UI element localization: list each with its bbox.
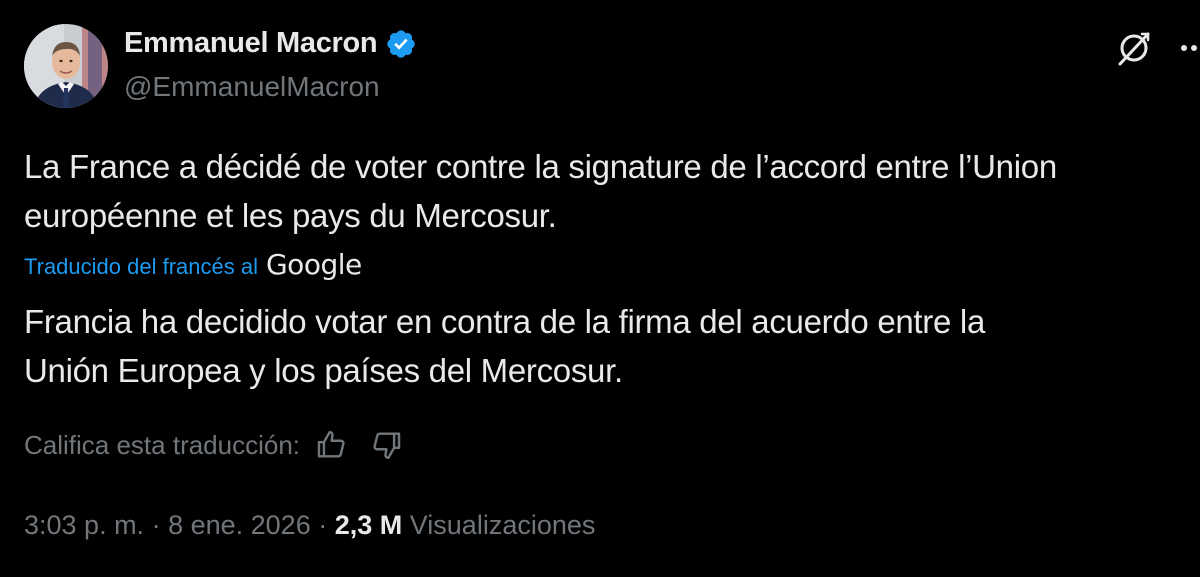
thumbs-down-icon[interactable] [370, 428, 404, 462]
translated-from-link[interactable]: Traducido del francés al [24, 254, 258, 280]
views-label: Visualizaciones [402, 510, 596, 541]
grok-icon[interactable] [1112, 26, 1156, 70]
translation-rating: Califica esta traducción: [24, 428, 404, 462]
author-handle[interactable]: @EmmanuelMacron [124, 71, 380, 103]
views-count: 2,3 M [334, 510, 403, 540]
meta-separator: · [310, 510, 335, 540]
tweet-card: Emmanuel Macron @EmmanuelMacron La Franc… [0, 0, 1200, 577]
translation-attribution: Traducido del francés al Google [24, 248, 362, 281]
more-options-icon[interactable] [1174, 30, 1200, 66]
thumbs-up-icon[interactable] [314, 428, 348, 462]
avatar[interactable] [24, 24, 108, 108]
author-display-name[interactable]: Emmanuel Macron [124, 27, 378, 60]
google-logo: Google [265, 248, 362, 281]
tweet-translated-text: Francia ha decidido votar en contra de l… [24, 303, 985, 389]
verified-badge-icon [385, 28, 417, 60]
tweet-date[interactable]: 8 ene. 2026 [168, 510, 311, 541]
views-label-text: Visualizaciones [409, 510, 596, 540]
tweet-time[interactable]: 3:03 p. m. [24, 510, 144, 541]
rate-translation-label: Califica esta traducción: [24, 429, 301, 460]
author-name-row: Emmanuel Macron [124, 27, 417, 60]
tweet-original-text: La France a décidé de voter contre la si… [24, 148, 1057, 234]
meta-separator: · [144, 510, 169, 540]
tweet-meta: 3:03 p. m. · 8 ene. 2026 · 2,3 M Visuali… [24, 510, 595, 541]
